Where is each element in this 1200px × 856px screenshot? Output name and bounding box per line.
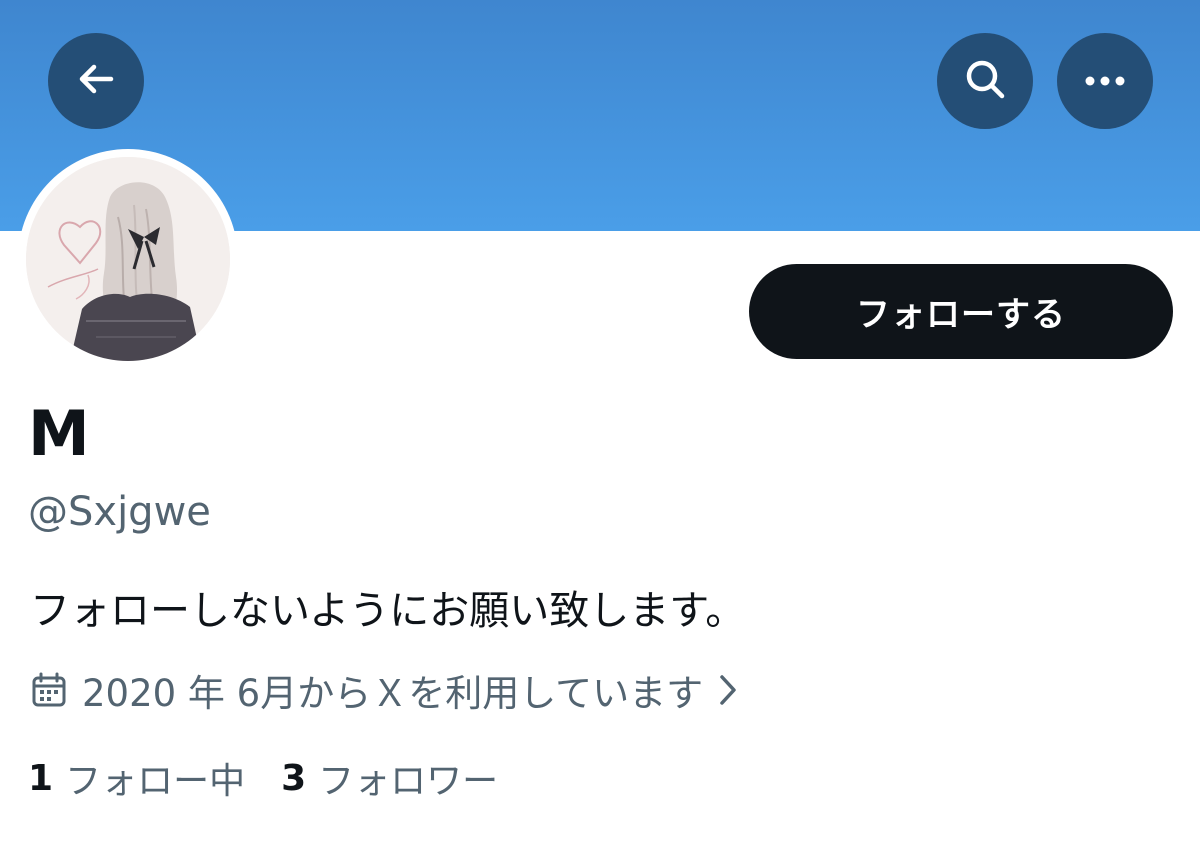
more-options-button[interactable]: [1057, 33, 1153, 129]
follow-stats: 1 フォロー中 3 フォロワー: [28, 752, 534, 804]
join-date-row[interactable]: 2020 年 6月からＸを利用しています: [30, 664, 739, 716]
profile-bio: フォローしないようにお願い致します。: [30, 588, 746, 634]
follow-button[interactable]: フォローする: [749, 264, 1173, 359]
back-button[interactable]: [48, 33, 144, 129]
following-stat[interactable]: 1 フォロー中: [28, 752, 245, 804]
following-label: フォロー中: [65, 761, 246, 802]
calendar-icon: [30, 671, 68, 709]
followers-stat[interactable]: 3 フォロワー: [281, 752, 498, 804]
search-icon: [961, 55, 1009, 107]
join-date-text: 2020 年 6月からＸを利用しています: [82, 672, 704, 715]
display-name: M: [28, 397, 90, 470]
chevron-right-icon: [717, 673, 739, 707]
arrow-left-icon: [75, 58, 117, 104]
user-handle: @Sxjgwe: [28, 489, 211, 535]
followers-count: 3: [281, 757, 307, 799]
search-button[interactable]: [937, 33, 1033, 129]
avatar[interactable]: [26, 157, 230, 361]
more-horizontal-icon: [1083, 72, 1127, 91]
followers-label: フォロワー: [318, 761, 499, 802]
following-count: 1: [28, 757, 54, 799]
avatar-illustration: [26, 157, 230, 361]
avatar-frame: [18, 149, 238, 369]
profile-page: フォローする M @Sxjgwe フォローしないようにお願い致します。 2020…: [0, 0, 1200, 856]
